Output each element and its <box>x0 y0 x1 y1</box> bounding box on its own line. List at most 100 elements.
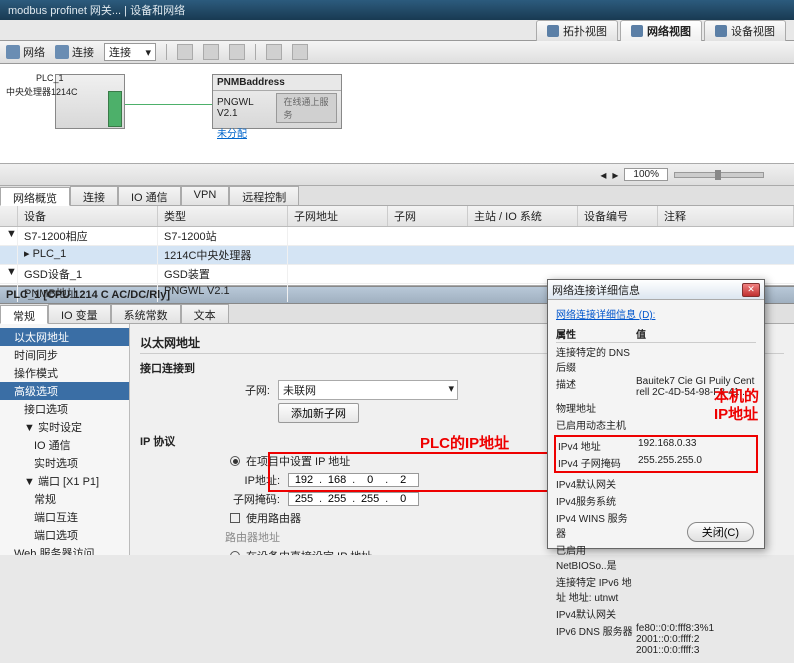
tree-port-general[interactable]: 常规 <box>0 490 129 508</box>
tree-rt-opt[interactable]: 实时选项 <box>0 454 129 472</box>
table-row: IPv4 子网掩码255.255.255.0 <box>558 454 754 471</box>
tree-time-sync[interactable]: 时间同步 <box>0 346 129 364</box>
ip-label: IP地址: <box>200 472 280 488</box>
tab-topology[interactable]: 拓扑视图 <box>536 20 618 41</box>
pnmb-assign-link[interactable]: 未分配 <box>213 125 341 140</box>
col-property: 属性 <box>556 325 636 342</box>
pnmb-model: PNGWL V2.1 <box>217 97 268 119</box>
tree-realtime[interactable]: ▼ 实时设定 <box>0 418 129 436</box>
ip-oct-2[interactable] <box>322 474 352 486</box>
tb-btn-2[interactable] <box>203 44 219 60</box>
dialog-title: 网络连接详细信息 <box>552 282 640 298</box>
tb-btn-1[interactable] <box>177 44 193 60</box>
zoom-prev-icon[interactable]: ◂ <box>600 168 606 182</box>
col-slot[interactable]: 设备编号 <box>578 206 658 226</box>
mask-oct-1[interactable] <box>289 493 319 505</box>
tb-btn-4[interactable] <box>266 44 282 60</box>
main-toolbar: 网络 连接 连接▾ <box>0 40 794 64</box>
tab-network[interactable]: 网络视图 <box>620 20 702 41</box>
add-subnet-button[interactable]: 添加新子网 <box>278 403 359 423</box>
tab-connections[interactable]: 连接 <box>70 186 118 205</box>
pnmb-status[interactable]: 在线通上服务 <box>276 93 337 123</box>
tree-eth-addr[interactable]: 以太网地址 <box>0 328 129 346</box>
table-row: IPv4服务系统 <box>556 492 756 509</box>
table-row: 已启用NetBIOSo..是 <box>556 541 756 573</box>
dialog-footer: 关闭(C) <box>687 522 754 542</box>
tab-io-comm[interactable]: IO 通信 <box>118 186 181 205</box>
tb-conn-dropdown[interactable]: 连接▾ <box>104 43 156 61</box>
mask-oct-4[interactable] <box>388 493 418 505</box>
tab-sysconst[interactable]: 系统常数 <box>111 304 181 323</box>
tb-network[interactable]: 网络 <box>6 44 45 60</box>
ip-address-input[interactable]: ... <box>288 473 419 487</box>
network-icon <box>631 25 643 37</box>
net-icon <box>6 45 20 59</box>
subnet-mask-input[interactable]: ... <box>288 492 419 506</box>
window-titlebar: modbus profinet 网关... | 设备和网络 <box>0 0 794 20</box>
tab-general[interactable]: 常规 <box>0 305 48 324</box>
table-row: IPv4 地址192.168.0.33 <box>558 437 754 454</box>
tab-overview[interactable]: 网络概览 <box>0 187 70 206</box>
tb-connect[interactable]: 连接 <box>55 44 94 60</box>
mask-oct-2[interactable] <box>322 493 352 505</box>
zoom-next-icon[interactable]: ▸ <box>612 168 618 182</box>
col-type[interactable]: 类型 <box>158 206 288 226</box>
close-icon: ✕ <box>747 284 755 295</box>
tab-device[interactable]: 设备视图 <box>704 20 786 41</box>
settings-tree[interactable]: 以太网地址 时间同步 操作模式 高级选项 接口选项 ▼ 实时设定 IO 通信 实… <box>0 324 130 555</box>
zoom-thumb[interactable] <box>715 170 721 180</box>
dialog-titlebar[interactable]: 网络连接详细信息 ✕ <box>548 280 764 300</box>
close-dialog-button[interactable]: 关闭(C) <box>687 522 754 542</box>
subnet-select[interactable]: 未联网▾ <box>278 380 458 400</box>
tb-btn-3[interactable] <box>229 44 245 60</box>
network-canvas[interactable]: PLC_1 中央处理器1214C PNMBaddress PNGWL V2.1 … <box>0 64 794 164</box>
dropdown-icon: ▾ <box>145 46 151 59</box>
col-subnet[interactable]: 子网 <box>388 206 468 226</box>
tree-iface-opt[interactable]: 接口选项 <box>0 400 129 418</box>
tree-advanced[interactable]: 高级选项 <box>0 382 129 400</box>
tb-zoom-icon[interactable] <box>292 44 308 60</box>
table-row: 物理地址 <box>556 399 756 416</box>
plc-name: PLC_1 <box>36 73 64 83</box>
close-button[interactable]: ✕ <box>742 283 760 297</box>
plc-module-icon <box>108 91 122 127</box>
tab-text[interactable]: 文本 <box>181 304 229 323</box>
tree-port-opt[interactable]: 端口选项 <box>0 526 129 544</box>
checkbox-icon <box>230 513 240 523</box>
table-row[interactable]: ▼S7-1200相应S7-1200站 <box>0 227 794 246</box>
topology-icon <box>547 25 559 37</box>
ip-oct-3[interactable] <box>355 474 385 486</box>
router-label: 路由器地址 <box>200 529 280 545</box>
table-row: 连接特定 IPv6 地址 地址: utnwt <box>556 573 756 605</box>
dialog-table: 属性 值 连接特定的 DNS 后缀 描述Bauitek7 Cie GI Puil… <box>556 325 756 657</box>
dialog-body: 网络连接详细信息 (D): 属性 值 连接特定的 DNS 后缀 描述Bauite… <box>548 300 764 663</box>
ip-oct-1[interactable] <box>289 474 319 486</box>
tab-vpn[interactable]: VPN <box>181 186 230 205</box>
tree-port-inter[interactable]: 端口互连 <box>0 508 129 526</box>
zoom-bar: ◂ ▸ 100% <box>0 164 794 186</box>
plc-module-label: 中央处理器1214C <box>6 85 78 98</box>
zoom-slider[interactable] <box>674 172 764 178</box>
tree-port[interactable]: ▼ 端口 [X1 P1] <box>0 472 129 490</box>
zoom-value[interactable]: 100% <box>624 168 668 181</box>
dialog-caption[interactable]: 网络连接详细信息 (D): <box>556 306 756 321</box>
tree-web[interactable]: Web 服务器访问 <box>0 544 129 555</box>
radio-icon <box>230 456 240 466</box>
col-subaddr[interactable]: 子网地址 <box>288 206 388 226</box>
tree-op-mode[interactable]: 操作模式 <box>0 364 129 382</box>
col-device[interactable]: 设备 <box>18 206 158 226</box>
tree-io-comm2[interactable]: IO 通信 <box>0 436 129 454</box>
device-icon <box>715 25 727 37</box>
subnet-label: 子网: <box>140 382 270 398</box>
pnmb-device[interactable]: PNMBaddress PNGWL V2.1 在线通上服务 未分配 <box>212 74 342 129</box>
view-tabs: 拓扑视图 网络视图 设备视图 <box>536 20 786 41</box>
table-row[interactable]: ▸ PLC_11214C中央处理器 <box>0 246 794 265</box>
table-row: IPv4默认网关 <box>556 475 756 492</box>
tab-iovar[interactable]: IO 变量 <box>48 304 111 323</box>
mask-oct-3[interactable] <box>355 493 385 505</box>
col-comment[interactable]: 注释 <box>658 206 794 226</box>
plc-device[interactable]: PLC_1 中央处理器1214C <box>55 74 125 129</box>
ip-oct-4[interactable] <box>388 474 418 486</box>
col-master[interactable]: 主站 / IO 系统 <box>468 206 578 226</box>
tab-remote[interactable]: 远程控制 <box>229 186 299 205</box>
